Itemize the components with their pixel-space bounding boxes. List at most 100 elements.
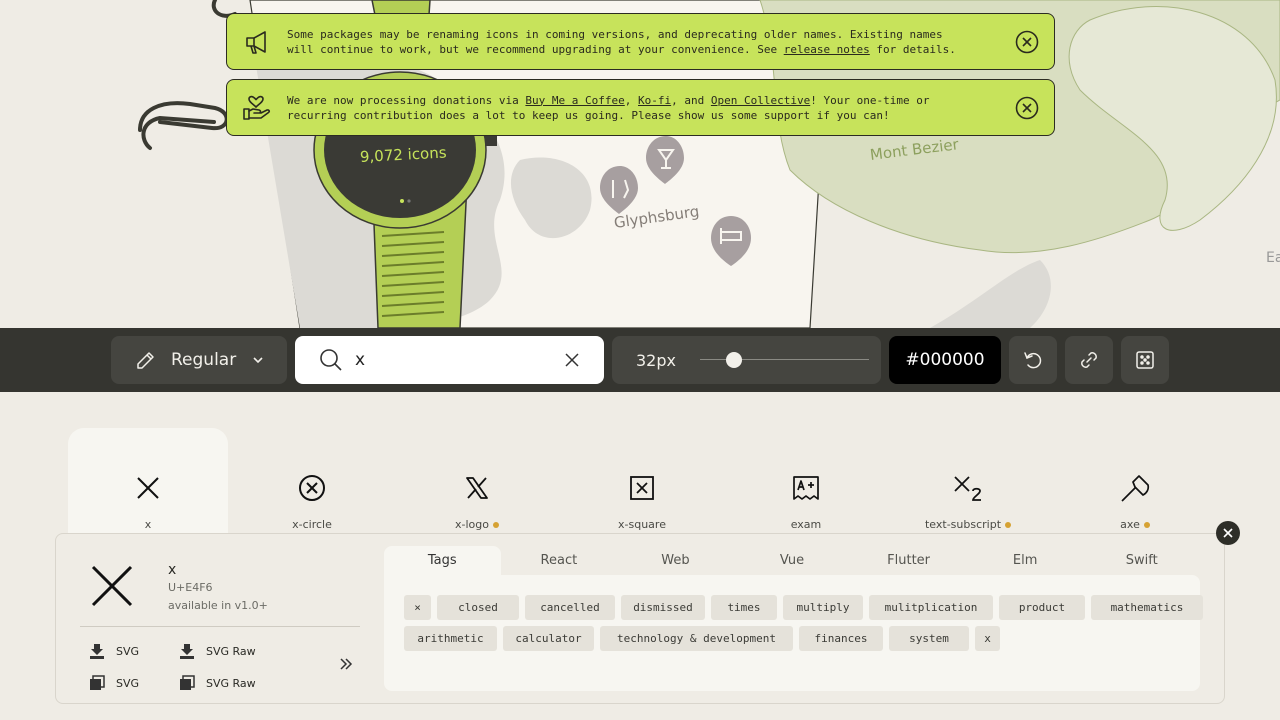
size-control: 32px [612, 336, 881, 384]
chevron-down-icon [251, 353, 265, 367]
axe-icon [1119, 472, 1151, 504]
download-svg-raw-button[interactable]: SVG Raw [178, 642, 256, 660]
tag-chip[interactable]: calculator [503, 626, 594, 651]
download-svg-button[interactable]: SVG [88, 642, 139, 660]
grid-label: x-square [618, 518, 666, 531]
tag-chip[interactable]: mulitplication [869, 595, 993, 620]
close-notice-button[interactable] [1000, 96, 1054, 120]
megaphone-icon [227, 28, 287, 56]
tab-vue[interactable]: Vue [734, 546, 851, 575]
icon-detail-panel: x U+E4F6 available in v1.0+ SVG SVG Raw … [55, 533, 1225, 704]
detail-availability: available in v1.0+ [168, 599, 268, 612]
notice-text: We are now processing donations via Buy … [287, 93, 1000, 123]
tab-flutter[interactable]: Flutter [850, 546, 967, 575]
x-icon [88, 562, 136, 610]
x-square-icon [629, 472, 655, 504]
tag-chip[interactable]: arithmetic [404, 626, 497, 651]
code-tabs: Tags React Web Vue Flutter Elm Swift × closed ca… [384, 546, 1203, 702]
tag-chip[interactable]: cancelled [525, 595, 615, 620]
tab-react[interactable]: React [501, 546, 618, 575]
tag-chip[interactable]: finances [799, 626, 883, 651]
grid-item-exam[interactable]: exam [726, 428, 886, 538]
hand-heart-icon [227, 94, 287, 122]
detail-icon-name: x [168, 562, 177, 578]
search-box [295, 336, 604, 384]
grid-item-text-subscript[interactable]: text-subscript [888, 428, 1048, 538]
close-circle-icon [1015, 30, 1039, 53]
search-input[interactable] [355, 350, 545, 370]
notice-text-body: We are now processing donations via [287, 93, 526, 107]
ko-fi-link[interactable]: Ko-fi [638, 94, 671, 107]
color-input[interactable]: #000000 [889, 336, 1001, 384]
grid-item-axe[interactable]: axe [1055, 428, 1215, 538]
chevron-double-right-icon [340, 658, 353, 670]
random-button[interactable] [1121, 336, 1169, 384]
close-circle-icon [1015, 96, 1039, 119]
tab-row: Tags React Web Vue Flutter Elm Swift [384, 546, 1200, 575]
tag-chip[interactable]: times [711, 595, 777, 620]
grid-label-text: x [144, 518, 152, 531]
reset-icon [1024, 352, 1042, 369]
buy-me-a-coffee-link[interactable]: Buy Me a Coffee [525, 94, 624, 107]
notice-text-tail: for details. [869, 42, 956, 56]
close-notice-button[interactable] [1000, 30, 1054, 54]
close-icon [565, 353, 579, 367]
copy-link-button[interactable] [1065, 336, 1113, 384]
grid-item-x-circle[interactable]: x-circle [232, 428, 392, 538]
x-circle-icon [297, 472, 327, 504]
search-icon [319, 348, 343, 372]
action-label: SVG [116, 644, 140, 658]
close-icon [1223, 528, 1233, 538]
pencil-icon [135, 349, 157, 371]
dice-icon [1136, 351, 1154, 369]
copy-svg-raw-button[interactable]: SVG Raw [178, 674, 256, 692]
action-label: SVG Raw [206, 676, 256, 690]
grid-label: exam [791, 518, 822, 531]
grid-label-text: exam [790, 518, 822, 531]
tag-chip[interactable]: multiply [783, 595, 863, 620]
tag-chip[interactable]: dismissed [621, 595, 705, 620]
divider [80, 626, 360, 627]
link-icon [1081, 352, 1097, 368]
notice-separator: , [624, 93, 639, 107]
more-actions-button[interactable] [338, 656, 354, 672]
release-notes-link[interactable]: release notes [784, 43, 870, 56]
grid-label-text: axe [1120, 518, 1140, 531]
grid-label-text: x-logo [455, 518, 489, 531]
action-label: SVG [116, 676, 140, 690]
tag-chip[interactable]: technology & development [600, 626, 793, 651]
deprecation-notice: Some packages may be renaming icons in c… [226, 13, 1055, 70]
grid-label-text: text-subscript [924, 518, 1002, 531]
tag-chip[interactable]: closed [437, 595, 519, 620]
tab-web[interactable]: Web [617, 546, 734, 575]
clear-search-button[interactable] [564, 352, 580, 368]
grid-item-x[interactable]: x [68, 428, 228, 538]
grid-item-x-logo[interactable]: x-logo [397, 428, 557, 538]
tag-chip[interactable]: × [404, 595, 431, 620]
tab-elm[interactable]: Elm [967, 546, 1084, 575]
grid-label: x-logo [455, 518, 499, 531]
grid-item-x-square[interactable]: x-square [562, 428, 722, 538]
tag-chip[interactable]: mathematics [1091, 595, 1203, 620]
tag-chip[interactable]: system [889, 626, 969, 651]
reset-button[interactable] [1009, 336, 1057, 384]
hero-banner: 9,072 icons Glyphsburg Mont Bezier Ea So… [0, 0, 1280, 328]
open-collective-link[interactable]: Open Collective [711, 94, 810, 107]
weight-select[interactable]: Regular [111, 336, 287, 384]
grid-label: x [145, 518, 152, 531]
grid-label-text: x-square [618, 518, 666, 531]
download-icon [88, 642, 106, 660]
size-slider[interactable] [700, 352, 869, 368]
icon-toolbar: Regular 32px #000000 [0, 328, 1280, 392]
copy-svg-button[interactable]: SVG [88, 674, 139, 692]
text-subscript-icon [952, 472, 984, 504]
slider-thumb[interactable] [725, 352, 742, 368]
grid-label: x-circle [292, 518, 332, 531]
tag-chip[interactable]: product [999, 595, 1085, 620]
tab-tags[interactable]: Tags [384, 546, 501, 575]
tab-swift[interactable]: Swift [1083, 546, 1200, 575]
grid-label: axe [1120, 518, 1150, 531]
exam-icon [792, 472, 820, 504]
tag-chip[interactable]: x [975, 626, 1000, 651]
close-detail-button[interactable] [1216, 521, 1240, 545]
